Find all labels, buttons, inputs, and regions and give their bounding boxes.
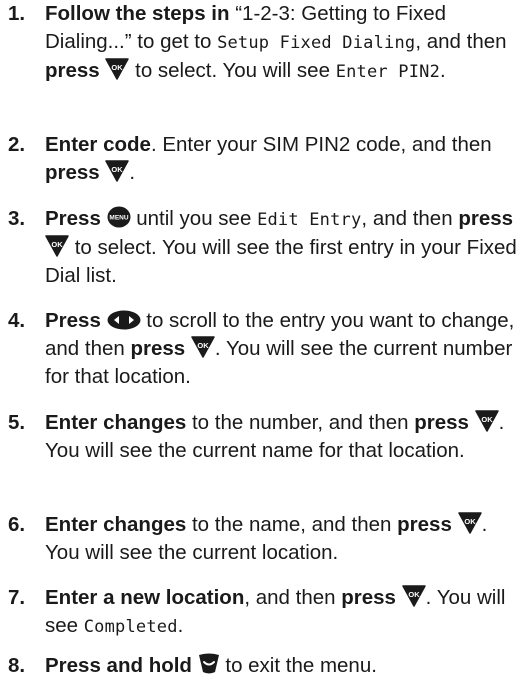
svg-text:MENU: MENU [109,215,128,222]
svg-text:OK: OK [464,517,476,526]
scroll-key-icon [107,310,141,330]
svg-text:OK: OK [112,165,124,174]
instruction-text: to select. You will see [129,59,336,82]
display-text: Setup Fixed Dialing [217,33,416,53]
step-item: 1. Follow the steps in “1-2-3: Getting t… [0,0,520,86]
menu-key-icon: MENU [107,206,131,228]
step-number: 5. [8,411,26,434]
step-number: 7. [8,586,26,609]
ok-key-icon: OK [474,410,499,432]
action-text: press [45,161,100,184]
display-text: Completed [83,617,178,637]
instruction-text: , and then [415,30,507,53]
step-item: 4. Press to scroll to the entry you want… [0,307,520,391]
action-text: press [414,411,469,434]
display-text: Edit Entry [257,210,362,230]
action-text: press [397,513,452,536]
step-number: 6. [8,513,26,536]
step-text: Follow the steps in “1-2-3: Getting to F… [45,0,520,86]
instruction-page: 1. Follow the steps in “1-2-3: Getting t… [0,0,524,683]
svg-text:OK: OK [197,341,209,350]
instruction-text: to the name, and then [186,513,398,536]
step-number: 2. [8,133,26,156]
instruction-text: . [440,59,446,82]
step-number: 4. [8,309,26,332]
step-number: 3. [8,207,26,230]
action-text: press [341,586,396,609]
action-text: Press and hold [45,654,192,677]
step-text: Enter changes to the name, and then pres… [45,511,520,567]
action-text: press [45,59,100,82]
action-text: Enter changes [45,411,187,434]
instruction-text: to select. You will see the first entry … [45,236,517,287]
step-text: Press and hold to exit the menu. [45,652,520,680]
action-text: Press [45,207,101,230]
ok-key-icon: OK [45,235,69,257]
ok-key-icon: OK [401,585,426,607]
svg-text:OK: OK [408,590,420,599]
step-item: 2. Enter code. Enter your SIM PIN2 code,… [0,131,520,187]
action-text: Press [45,309,101,332]
instruction-text: to the number, and then [186,411,415,434]
action-text: press [458,207,514,230]
step-item: 3. Press MENU until you see Edit Entry, … [0,205,520,290]
ok-key-icon: OK [105,58,130,80]
step-item: 6. Enter changes to the name, and then p… [0,511,520,567]
ok-key-icon: OK [105,160,130,182]
step-item: 8. Press and hold to exit the menu. [0,652,520,680]
svg-text:OK: OK [481,415,493,424]
step-text: Enter code. Enter your SIM PIN2 code, an… [45,131,520,187]
svg-text:OK: OK [112,63,124,72]
action-text: Enter a new location [45,586,245,609]
svg-text:OK: OK [51,240,63,249]
action-text: Enter code [45,133,151,156]
step-text: Enter changes to the number, and then pr… [45,409,520,465]
step-number: 8. [8,654,26,677]
step-number: 1. [8,2,26,25]
ok-key-icon: OK [191,336,215,358]
action-text: Enter changes [45,513,187,536]
instruction-text: to exit the menu. [219,654,377,677]
instruction-text: . [129,161,136,184]
instruction-text: until you see [130,207,258,230]
step-text: Press MENU until you see Edit Entry, and… [45,205,520,290]
step-text: Enter a new location, and then press OK.… [45,584,520,641]
end-key-icon [198,653,220,675]
action-text: Follow the steps in [45,2,230,25]
instruction-text: . [177,614,184,637]
step-text: Press to scroll to the entry you want to… [45,307,520,391]
action-text: press [130,337,186,360]
instruction-text: , and then [244,586,342,609]
step-item: 5. Enter changes to the number, and then… [0,409,520,465]
step-item: 7. Enter a new location, and then press … [0,584,520,641]
display-text: Enter PIN2 [335,62,441,82]
instruction-text: . Enter your SIM PIN2 code, and then [150,133,492,156]
ok-key-icon: OK [457,512,482,534]
instruction-text: , and then [361,207,459,230]
